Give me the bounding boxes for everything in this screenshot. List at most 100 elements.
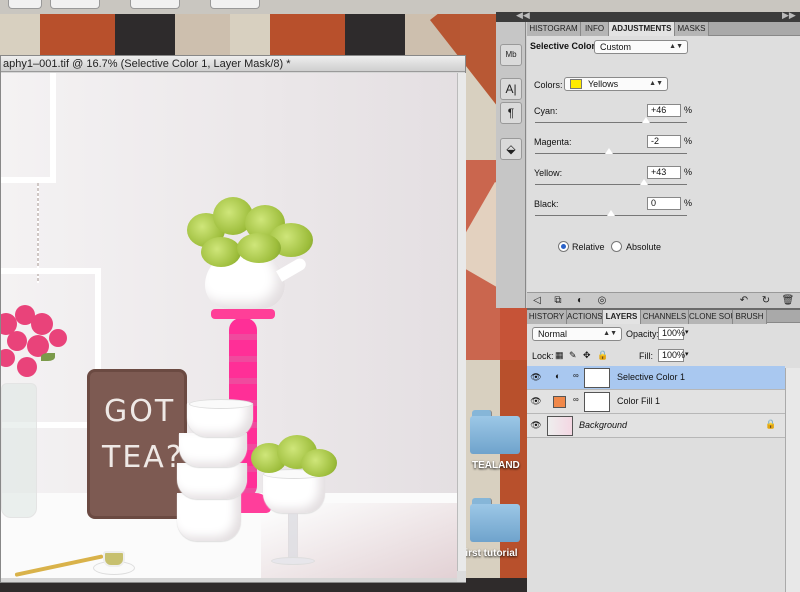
reset-icon[interactable]: ↻ (759, 295, 773, 307)
photo-leaf (41, 353, 55, 361)
lock-transparent-icon[interactable]: ▦ (555, 350, 564, 361)
collapse-icon[interactable]: ◀◀ (516, 10, 530, 21)
lock-label: Lock: (532, 351, 554, 361)
vertical-scrollbar[interactable] (457, 73, 466, 571)
photo-rose (17, 357, 37, 377)
slider-thumb[interactable] (606, 209, 616, 217)
tab-history[interactable]: HISTORY (527, 310, 567, 324)
absolute-radio[interactable] (611, 241, 622, 252)
clip-to-layer-icon[interactable]: ⧉ (551, 295, 565, 307)
adjustment-title: Selective Color (530, 41, 596, 51)
fill-color-thumbnail[interactable] (553, 396, 566, 408)
tab-histogram[interactable]: HISTOGRAM (527, 22, 581, 36)
slider-track[interactable] (535, 122, 687, 123)
slider-value-field[interactable]: 0 (647, 197, 681, 210)
tab-brush[interactable]: BRUSH (733, 310, 767, 324)
preset-dropdown[interactable]: Custom ▲▼ (594, 40, 688, 54)
character-icon[interactable]: A| (500, 78, 522, 100)
link-icon[interactable]: ∞ (573, 371, 579, 380)
photo-cup (179, 433, 247, 467)
resize-handle[interactable] (457, 571, 466, 582)
lock-all-icon[interactable]: 🔒 (597, 350, 608, 361)
tab-masks[interactable]: MASKS (675, 22, 709, 36)
eye-icon[interactable]: 👁 (530, 396, 542, 406)
slider-thumb[interactable] (604, 147, 615, 155)
chevron-updown-icon: ▲▼ (649, 80, 663, 87)
chevron-down-icon[interactable]: ▾ (685, 350, 689, 358)
layer-name[interactable]: Selective Color 1 (617, 372, 685, 382)
image-canvas[interactable]: GOT TEA? (1, 73, 457, 578)
mini-bridge-icon[interactable]: Mb (500, 44, 522, 66)
layer-name[interactable]: Background (579, 420, 627, 430)
photo-cup (177, 493, 241, 541)
preset-value: Custom (600, 42, 632, 52)
photo-rose (31, 313, 53, 335)
link-icon[interactable]: ∞ (573, 395, 579, 404)
toolbar-button[interactable] (50, 0, 100, 9)
relative-radio[interactable] (558, 241, 569, 252)
slider-track[interactable] (535, 184, 687, 185)
folder-icon[interactable] (470, 410, 520, 454)
layer-row[interactable]: 👁 Background 🔒 (527, 414, 785, 438)
lock-image-icon[interactable]: ✎ (569, 350, 577, 361)
slider-thumb[interactable] (640, 116, 651, 124)
relative-label[interactable]: Relative (572, 242, 605, 252)
layers-scrollbar[interactable] (785, 368, 800, 592)
view-previous-icon[interactable]: ◎ (595, 295, 609, 307)
percent-unit: % (684, 105, 693, 115)
photo-cup-rim (189, 399, 253, 409)
tab-channels[interactable]: CHANNELS (641, 310, 689, 324)
tab-info[interactable]: INFO (581, 22, 609, 36)
trash-icon[interactable]: 🗑 (781, 295, 795, 307)
photo-frame (1, 73, 56, 183)
layers-panel: HISTORY ACTIONS LAYERS CHANNELS CLONE SO… (527, 308, 800, 592)
tab-adjustments[interactable]: ADJUSTMENTS (609, 22, 675, 36)
layer-row[interactable]: 👁 ◐ ∞ Selective Color 1 (527, 366, 785, 390)
adjustments-tabbar: HISTOGRAM INFO ADJUSTMENTS MASKS (527, 22, 800, 36)
document-title[interactable]: aphy1–001.tif @ 16.7% (Selective Color 1… (1, 56, 465, 72)
fill-field[interactable]: 100% (658, 349, 685, 362)
paragraph-icon[interactable]: ¶ (500, 102, 522, 124)
tool-presets-icon[interactable]: ⬙ (500, 138, 522, 160)
eye-icon[interactable]: 👁 (530, 420, 542, 430)
layer-name[interactable]: Color Fill 1 (617, 396, 660, 406)
opacity-field[interactable]: 100% (658, 327, 685, 340)
layer-mask-thumbnail[interactable] (584, 392, 610, 412)
toolbar-button[interactable] (130, 0, 180, 9)
photo-cup (177, 463, 247, 499)
folder-label[interactable]: first tutorial (462, 548, 518, 559)
tab-clone-source[interactable]: CLONE SOU (689, 310, 733, 324)
toolbar-button[interactable] (8, 0, 42, 9)
layer-row[interactable]: 👁 ∞ Color Fill 1 (527, 390, 785, 414)
slider-thumb[interactable] (638, 178, 649, 186)
layer-mask-thumbnail[interactable] (584, 368, 610, 388)
back-arrow-icon[interactable]: ◁ (530, 295, 544, 307)
blend-mode-dropdown[interactable]: Normal ▲▼ (532, 327, 622, 341)
slider-value-field[interactable]: +46 (647, 104, 681, 117)
folder-label[interactable]: TEALAND (472, 460, 520, 471)
photo-flower (237, 233, 281, 263)
slider-value-field[interactable]: +43 (647, 166, 681, 179)
chevron-down-icon[interactable]: ▾ (685, 328, 689, 336)
adjustments-footer: ◁ ⧉ ◐ ◎ ↶ ↻ 🗑 (527, 292, 800, 308)
absolute-label[interactable]: Absolute (626, 242, 661, 252)
photo-flower (301, 449, 337, 477)
slider-value-field[interactable]: -2 (647, 135, 681, 148)
previous-state-icon[interactable]: ↶ (737, 295, 751, 307)
photo-rose (7, 331, 27, 351)
visibility-icon[interactable]: ◐ (573, 295, 587, 307)
tab-layers[interactable]: LAYERS (603, 310, 641, 324)
toolbar-button[interactable] (210, 0, 260, 9)
lock-icon: 🔒 (765, 419, 777, 429)
photo-chalkboard: GOT TEA? (87, 369, 187, 519)
expand-icon[interactable]: ▶▶ (782, 10, 796, 21)
photo-vase (1, 383, 37, 518)
slider-label: Magenta: (534, 137, 572, 147)
eye-icon[interactable]: 👁 (530, 372, 542, 382)
folder-icon[interactable] (470, 498, 520, 542)
lock-position-icon[interactable]: ✥ (583, 350, 591, 361)
layer-thumbnail[interactable] (547, 416, 573, 436)
colors-dropdown[interactable]: Yellows ▲▼ (564, 77, 668, 91)
colors-value: Yellows (588, 79, 619, 89)
tab-actions[interactable]: ACTIONS (567, 310, 603, 324)
